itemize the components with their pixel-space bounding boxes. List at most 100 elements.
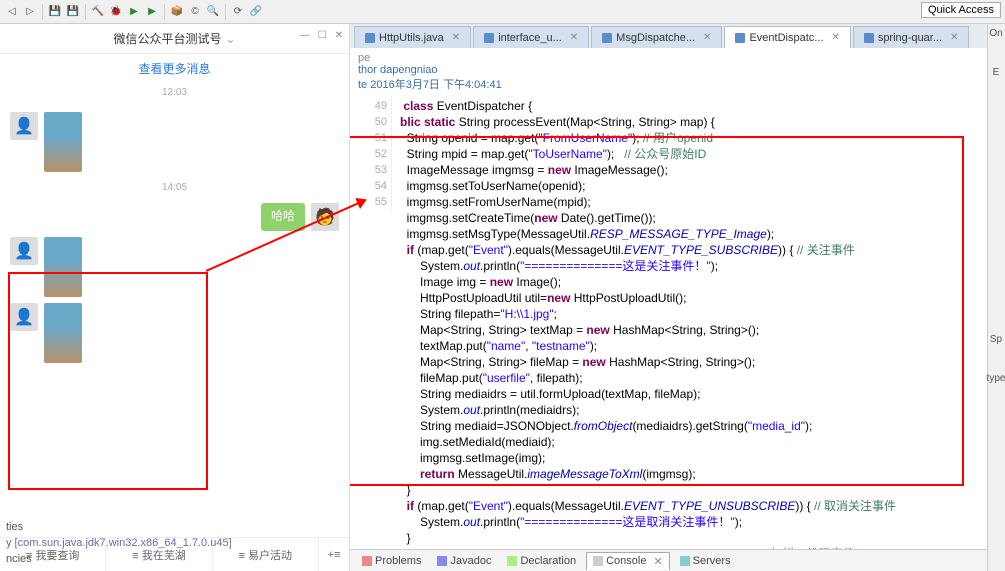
perspective-bar: On E Sp type — [987, 28, 1005, 384]
close-icon[interactable]: ✕ — [703, 32, 711, 43]
declaration-icon — [507, 556, 517, 566]
code-line[interactable]: ImageMessage imgmsg = new ImageMessage()… — [400, 162, 987, 178]
editor-tab[interactable]: HttpUtils.java✕ — [354, 26, 471, 48]
close-icon[interactable]: ✕ — [653, 555, 662, 568]
image-bubble[interactable] — [44, 112, 82, 172]
link-icon[interactable]: 🔗 — [248, 4, 264, 20]
avatar-icon[interactable]: 👤 — [10, 112, 38, 140]
debug-icon[interactable]: 🐞 — [108, 4, 124, 20]
footer-btn-more[interactable]: +≡ — [319, 538, 349, 571]
build-icon[interactable]: 🔨 — [90, 4, 106, 20]
run-icon[interactable]: ▶ — [126, 4, 142, 20]
code-line[interactable]: String mpid = map.get("ToUserName"); // … — [400, 146, 987, 162]
code-line[interactable]: System.out.println(mediaidrs); — [400, 402, 987, 418]
outgoing-text-msg: 哈哈 🧑 — [10, 203, 339, 231]
minimize-icon[interactable]: — — [300, 30, 310, 41]
java-file-icon — [602, 33, 612, 43]
close-icon[interactable]: ✕ — [950, 32, 958, 43]
avatar-icon[interactable]: 👤 — [10, 237, 38, 265]
chat-panel: 微信公众平台测试号 ⌄ — ☐ ✕ 查看更多消息 12:03 👤 14:05 哈… — [0, 24, 350, 571]
incoming-image-msg: 👤 — [10, 112, 339, 172]
code-line[interactable]: if (map.get("Event").equals(MessageUtil.… — [400, 242, 987, 258]
open-type-icon[interactable]: 🔍 — [205, 4, 221, 20]
tab-javadoc[interactable]: Javadoc — [431, 553, 497, 569]
code-line[interactable]: imgmsg.setToUserName(openid); — [400, 178, 987, 194]
code-line[interactable]: System.out.println("==============这是取消关注… — [400, 514, 987, 530]
code-line[interactable]: Image img = new Image(); — [400, 274, 987, 290]
editor-tab[interactable]: MsgDispatche...✕ — [591, 26, 722, 48]
code-line[interactable]: Map<String, String> textMap = new HashMa… — [400, 322, 987, 338]
avatar-icon[interactable]: 👤 — [10, 303, 38, 331]
code-line[interactable]: imgmsg.setImage(img); — [400, 450, 987, 466]
maximize-icon[interactable]: ☐ — [318, 30, 327, 41]
close-icon[interactable]: ✕ — [831, 32, 839, 43]
code-line[interactable]: return MessageUtil.imageMessageToXml(img… — [400, 466, 987, 482]
tab-problems[interactable]: Problems — [356, 553, 427, 569]
new-class-icon[interactable]: © — [187, 4, 203, 20]
servers-icon — [680, 556, 690, 566]
code-line[interactable]: fileMap.put("userfile", filepath); — [400, 370, 987, 386]
timestamp-1: 12:03 — [0, 83, 349, 102]
image-bubble[interactable] — [44, 237, 82, 297]
new-pkg-icon[interactable]: 📦 — [169, 4, 185, 20]
code-line[interactable]: Map<String, String> fileMap = new HashMa… — [400, 354, 987, 370]
code-line[interactable]: class EventDispatcher { — [400, 98, 987, 114]
type-view-icon[interactable]: type — [987, 373, 1005, 384]
nav-fwd-icon[interactable]: ▷ — [22, 4, 38, 20]
tab-label: interface_u... — [498, 32, 562, 44]
view-more-link[interactable]: 查看更多消息 — [0, 54, 349, 83]
run-ext-icon[interactable]: ▶ — [144, 4, 160, 20]
editor-tab[interactable]: interface_u... ✕ — [473, 26, 589, 48]
editor-tab[interactable]: spring-quar...✕ — [853, 26, 970, 48]
code-line[interactable]: if (map.get("Event").equals(MessageUtil.… — [400, 546, 987, 549]
outline-view-icon[interactable]: On — [989, 28, 1002, 39]
close-icon[interactable]: ✕ — [570, 32, 578, 43]
problems-icon — [362, 556, 372, 566]
code-line[interactable]: textMap.put("name", "testname"); — [400, 338, 987, 354]
text-bubble[interactable]: 哈哈 — [261, 203, 305, 231]
code-line[interactable]: blic static String processEvent(Map<Stri… — [400, 114, 987, 130]
code-line[interactable]: imgmsg.setCreateTime(new Date().getTime(… — [400, 210, 987, 226]
chat-title-bar: 微信公众平台测试号 ⌄ — ☐ ✕ — [0, 24, 349, 54]
tab-console[interactable]: Console ✕ — [586, 552, 670, 570]
explorer-view-icon[interactable]: E — [993, 67, 1000, 78]
timestamp-2: 14:05 — [10, 178, 339, 197]
chat-body[interactable]: 👤 14:05 哈哈 🧑 👤 👤 — [0, 102, 349, 537]
code-line[interactable]: if (map.get("Event").equals(MessageUtil.… — [400, 498, 987, 514]
close-icon[interactable]: ✕ — [452, 32, 460, 43]
javadoc-icon — [437, 556, 447, 566]
meta-pe: pe — [358, 52, 370, 64]
image-bubble[interactable] — [44, 303, 82, 363]
tab-label: EventDispatc... — [749, 32, 823, 44]
code-line[interactable]: System.out.println("==============这是关注事件… — [400, 258, 987, 274]
code-line[interactable]: HttpPostUploadUtil util=new HttpPostUplo… — [400, 290, 987, 306]
code-editor[interactable]: 49505152535455 class EventDispatcher {bl… — [350, 96, 987, 549]
code-line[interactable]: String mediaidrs = util.formUpload(textM… — [400, 386, 987, 402]
code-line[interactable]: String openid = map.get("FromUserName");… — [400, 130, 987, 146]
java-file-icon — [864, 33, 874, 43]
chat-title: 微信公众平台测试号 — [113, 30, 221, 47]
save-all-icon[interactable]: 💾 — [65, 4, 81, 20]
chevron-down-icon[interactable]: ⌄ — [225, 32, 235, 46]
code-line[interactable]: imgmsg.setFromUserName(mpid); — [400, 194, 987, 210]
code-line[interactable]: String mediaid=JSONObject.fromObject(med… — [400, 418, 987, 434]
nav-back-icon[interactable]: ◁ — [4, 4, 20, 20]
save-icon[interactable]: 💾 — [47, 4, 63, 20]
main-toolbar: ◁ ▷ 💾 💾 🔨 🐞 ▶ ▶ 📦 © 🔍 ⟳ 🔗 — [0, 0, 1005, 24]
editor-tab[interactable]: EventDispatc... ✕ — [724, 26, 850, 48]
spring-view-icon[interactable]: Sp — [990, 334, 1002, 345]
close-icon[interactable]: ✕ — [335, 30, 343, 41]
tab-declaration[interactable]: Declaration — [501, 553, 582, 569]
code-line[interactable]: } — [400, 530, 987, 546]
tab-servers[interactable]: Servers — [674, 553, 737, 569]
sync-icon[interactable]: ⟳ — [230, 4, 246, 20]
code-line[interactable]: img.setMediaId(mediaid); — [400, 434, 987, 450]
code-line[interactable]: String filepath="H:\\1.jpg"; — [400, 306, 987, 322]
line-gutter: 49505152535455 — [350, 96, 392, 210]
java-file-icon — [365, 33, 375, 43]
code-line[interactable]: imgmsg.setMsgType(MessageUtil.RESP_MESSA… — [400, 226, 987, 242]
quick-access-box[interactable]: Quick Access — [921, 2, 1001, 18]
java-file-icon — [735, 33, 745, 43]
code-line[interactable]: } — [400, 482, 987, 498]
frag-jre-library[interactable]: y [com.sun.java.jdk7.win32.x86_64_1.7.0.… — [6, 535, 274, 551]
